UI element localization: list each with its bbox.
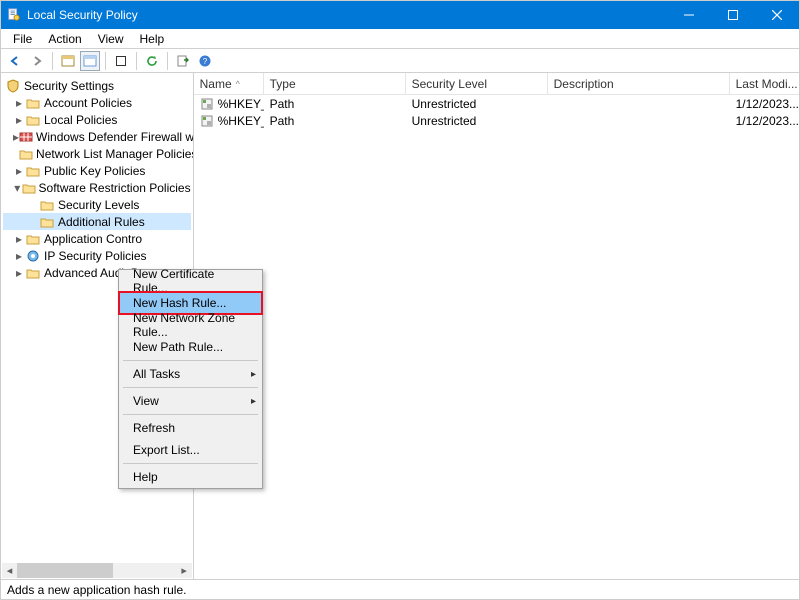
folder-open-icon	[39, 214, 55, 230]
menu-action[interactable]: Action	[40, 30, 89, 48]
back-button[interactable]	[5, 51, 25, 71]
refresh-button[interactable]	[142, 51, 162, 71]
ctx-separator	[123, 414, 258, 415]
up-button[interactable]	[80, 51, 100, 71]
ctx-help[interactable]: Help	[119, 466, 262, 488]
context-menu: New Certificate Rule... New Hash Rule...…	[118, 269, 263, 489]
title-bar: Local Security Policy	[1, 1, 799, 29]
toolbar-separator	[52, 52, 53, 70]
toolbar: ?	[1, 49, 799, 73]
expand-icon[interactable]: ▸	[13, 232, 25, 246]
list-row[interactable]: %HKEY_LOC... Path Unrestricted 1/12/2023…	[194, 95, 799, 112]
registry-icon	[200, 97, 214, 111]
ctx-separator	[123, 463, 258, 464]
menu-view[interactable]: View	[90, 30, 132, 48]
window-title: Local Security Policy	[27, 8, 138, 22]
submenu-arrow-icon: ▸	[251, 369, 256, 380]
tree-ipsec[interactable]: ▸ IP Security Policies	[3, 247, 191, 264]
ctx-view[interactable]: View▸	[119, 390, 262, 412]
delete-button[interactable]	[111, 51, 131, 71]
shield-icon	[5, 78, 21, 94]
folder-icon	[25, 231, 41, 247]
scroll-right-icon[interactable]: ▸	[177, 563, 192, 578]
menu-bar: File Action View Help	[1, 29, 799, 49]
svg-text:?: ?	[203, 57, 208, 66]
minimize-button[interactable]	[667, 1, 711, 29]
close-button[interactable]	[755, 1, 799, 29]
ctx-all-tasks[interactable]: All Tasks▸	[119, 363, 262, 385]
action-button[interactable]	[58, 51, 78, 71]
registry-icon	[200, 114, 214, 128]
scroll-left-icon[interactable]: ◂	[2, 563, 17, 578]
list-row[interactable]: %HKEY_LOC... Path Unrestricted 1/12/2023…	[194, 112, 799, 129]
status-text: Adds a new application hash rule.	[7, 583, 186, 597]
tree-horizontal-scrollbar[interactable]: ◂ ▸	[2, 563, 192, 578]
toolbar-separator	[105, 52, 106, 70]
ctx-refresh[interactable]: Refresh	[119, 417, 262, 439]
expand-icon[interactable]: ▸	[13, 113, 25, 127]
tree-firewall[interactable]: ▸ Windows Defender Firewall with Adva	[3, 128, 191, 145]
tree-netlist[interactable]: ▸ Network List Manager Policies	[3, 145, 191, 162]
toolbar-separator	[167, 52, 168, 70]
main-pane: Security Settings ▸ Account Policies ▸ L…	[1, 73, 799, 579]
scroll-thumb[interactable]	[17, 563, 113, 578]
list-rows: %HKEY_LOC... Path Unrestricted 1/12/2023…	[194, 95, 799, 579]
policy-icon	[25, 248, 41, 264]
expand-icon[interactable]: ▸	[13, 164, 25, 178]
submenu-arrow-icon: ▸	[251, 396, 256, 407]
forward-button[interactable]	[27, 51, 47, 71]
toolbar-separator	[136, 52, 137, 70]
ctx-new-path-rule[interactable]: New Path Rule...	[119, 336, 262, 358]
folder-icon	[19, 146, 33, 162]
tree-root[interactable]: Security Settings	[3, 77, 191, 94]
expand-icon[interactable]: ▸	[13, 249, 25, 263]
folder-icon	[25, 95, 41, 111]
col-type[interactable]: Type	[264, 73, 406, 94]
collapse-icon[interactable]: ▾	[13, 181, 22, 195]
expand-icon[interactable]: ▸	[13, 266, 25, 280]
folder-icon	[22, 180, 36, 196]
col-description[interactable]: Description	[548, 73, 730, 94]
expand-icon[interactable]: ▸	[13, 96, 25, 110]
menu-file[interactable]: File	[5, 30, 40, 48]
ctx-new-certificate-rule[interactable]: New Certificate Rule...	[119, 270, 262, 292]
list-pane: Name ^ Type Security Level Description L…	[194, 73, 799, 579]
ctx-separator	[123, 360, 258, 361]
help-button[interactable]: ?	[195, 51, 215, 71]
tree-srp[interactable]: ▾ Software Restriction Policies	[3, 179, 191, 196]
ctx-export-list[interactable]: Export List...	[119, 439, 262, 461]
tree-additional-rules[interactable]: ▸ Additional Rules	[3, 213, 191, 230]
sort-asc-icon: ^	[236, 79, 240, 89]
col-last-modified[interactable]: Last Modi...	[730, 73, 799, 94]
tree-security-levels[interactable]: ▸ Security Levels	[3, 196, 191, 213]
tree-pubkey[interactable]: ▸ Public Key Policies	[3, 162, 191, 179]
column-headers: Name ^ Type Security Level Description L…	[194, 73, 799, 95]
export-button[interactable]	[173, 51, 193, 71]
folder-icon	[25, 112, 41, 128]
folder-icon	[39, 197, 55, 213]
folder-icon	[25, 163, 41, 179]
tree-account-policies[interactable]: ▸ Account Policies	[3, 94, 191, 111]
ctx-new-network-zone-rule[interactable]: New Network Zone Rule...	[119, 314, 262, 336]
tree-app-control[interactable]: ▸ Application Contro	[3, 230, 191, 247]
col-name[interactable]: Name ^	[194, 73, 264, 94]
ctx-separator	[123, 387, 258, 388]
app-icon	[7, 8, 21, 22]
scroll-track[interactable]	[17, 563, 177, 578]
maximize-button[interactable]	[711, 1, 755, 29]
folder-icon	[25, 265, 41, 281]
status-bar: Adds a new application hash rule.	[1, 579, 799, 599]
tree-local-policies[interactable]: ▸ Local Policies	[3, 111, 191, 128]
menu-help[interactable]: Help	[132, 30, 173, 48]
col-security-level[interactable]: Security Level	[406, 73, 548, 94]
firewall-icon	[19, 129, 33, 145]
